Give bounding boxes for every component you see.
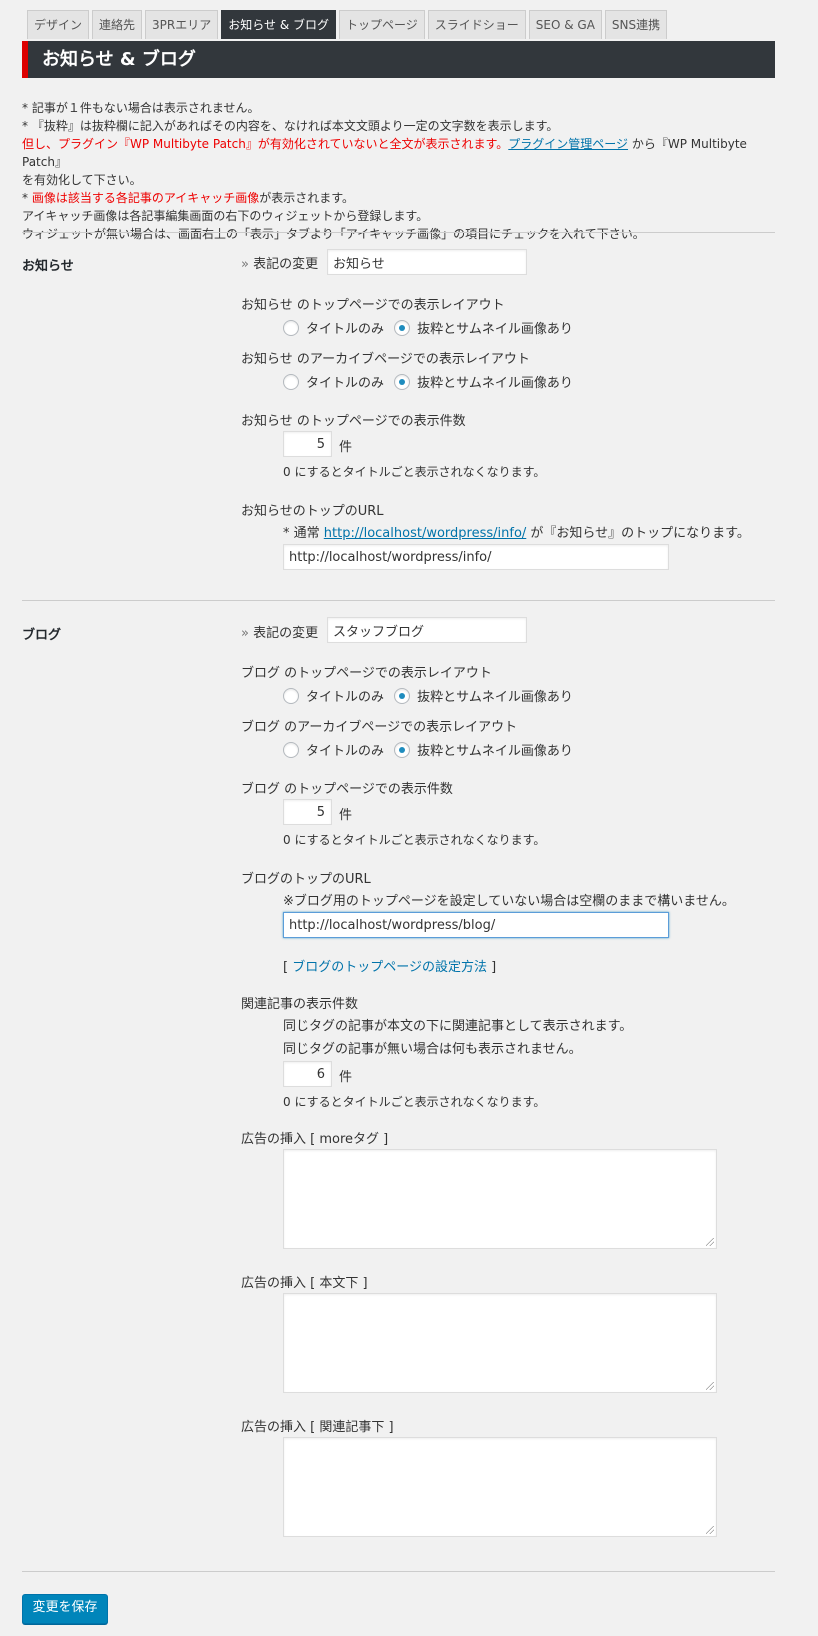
info-archive-layout-label: お知らせ のアーカイブページでの表示レイアウト [241,352,530,367]
radio-label: 抜粋とサムネイル画像あり [417,322,573,337]
info-url-note: * 通常 http://localhost/wordpress/info/ が『… [283,526,750,541]
tab-contact[interactable]: 連絡先 [92,10,143,39]
blog-top-layout-options: タイトルのみ 抜粋とサムネイル画像あり [283,686,579,705]
blog-count-label: ブログ のトップページでの表示件数 [241,782,453,797]
count-unit: 件 [339,1070,353,1085]
blog-count-input[interactable] [283,799,332,825]
note-line: ウィジェットが無い場合は、画面右上の「表示」タブより「アイキャッチ画像」の項目に… [22,227,645,241]
note-prefix: * [22,191,32,205]
blog-archive-layout-excerpt-radio[interactable] [394,742,411,758]
note-line: を有効化して下さい。 [22,173,142,187]
tab-3pr-area[interactable]: 3PRエリア [145,10,219,39]
radio-label: タイトルのみ [306,744,385,759]
resize-handle-icon[interactable] [706,1382,714,1390]
note-line: * 画像は該当する各記事のアイキャッチ画像が表示されます。 [22,189,782,207]
info-top-layout-options: タイトルのみ 抜粋とサムネイル画像あり [283,318,579,337]
section-header: お知らせ & ブログ [22,41,775,78]
radio-label: 抜粋とサムネイル画像あり [417,690,573,705]
radio-label: タイトルのみ [306,376,385,391]
resize-handle-icon[interactable] [706,1238,714,1246]
info-archive-layout-excerpt-radio[interactable] [394,374,411,390]
info-rename-input[interactable] [327,249,527,275]
ad-body-label: 広告の挿入 [ 本文下 ] [241,1276,368,1291]
tab-info-blog[interactable]: お知らせ & ブログ [221,10,336,39]
section-title-info: お知らせ [22,259,74,274]
resize-handle-icon[interactable] [706,1526,714,1534]
divider [22,1571,775,1572]
radio-label: 抜粋とサムネイル画像あり [417,744,573,759]
count-unit: 件 [339,808,353,823]
blog-howto: [ ブログのトップページの設定方法 ] [283,960,497,975]
save-button[interactable]: 変更を保存 [22,1594,108,1624]
related-label: 関連記事の表示件数 [241,997,359,1012]
blog-url-input[interactable] [283,912,669,938]
count-unit: 件 [339,440,353,455]
radio-label: 抜粋とサムネイル画像あり [417,376,573,391]
blog-archive-layout-options: タイトルのみ 抜粋とサムネイル画像あり [283,740,579,759]
blog-howto-link[interactable]: ブログのトップページの設定方法 [292,960,487,975]
tab-top-page[interactable]: トップページ [339,10,425,39]
info-url-link[interactable]: http://localhost/wordpress/info/ [324,526,527,541]
note-warning: 画像は該当する各記事のアイキャッチ画像 [31,191,260,205]
ad-more-label: 広告の挿入 [ moreタグ ] [241,1132,389,1147]
page-title: お知らせ & ブログ [42,49,196,70]
divider [22,232,775,233]
ad-more-textarea[interactable] [283,1149,717,1249]
blog-archive-layout-title-only-radio[interactable] [283,742,299,758]
related-count-input[interactable] [283,1061,332,1087]
ad-related-label: 広告の挿入 [ 関連記事下 ] [241,1420,394,1435]
rename-label: » 表記の変更 [241,626,319,641]
count-note: 0 にするとタイトルごと表示されなくなります。 [283,465,546,479]
notes-block: * 記事が１件もない場合は表示されません。 * 『抜粋』は抜粋欄に記入があればそ… [22,99,782,243]
ad-related-textarea[interactable] [283,1437,717,1537]
blog-top-layout-label: ブログ のトップページでの表示レイアウト [241,666,492,681]
info-url-input[interactable] [283,544,669,570]
note-line: * 『抜粋』は抜粋欄に記入があればその内容を、なければ本文文頭より一定の文字数を… [22,119,559,133]
tab-slideshow[interactable]: スライドショー [427,10,526,39]
tab-design[interactable]: デザイン [27,10,90,39]
note-line: 但し、プラグイン『WP Multibyte Patch』が有効化されていないと全… [22,135,782,171]
blog-top-layout-title-only-radio[interactable] [283,688,299,704]
note-text: が表示されます。 [259,191,355,205]
rename-label: » 表記の変更 [241,257,319,272]
info-top-layout-label: お知らせ のトップページでの表示レイアウト [241,298,505,313]
blog-archive-layout-label: ブログ のアーカイブページでの表示レイアウト [241,720,518,735]
divider [22,600,775,601]
count-note: 0 にするとタイトルごと表示されなくなります。 [283,1095,546,1109]
note-warning: 但し、プラグイン『WP Multibyte Patch』が有効化されていないと全… [22,137,509,151]
plugin-management-link[interactable]: プラグイン管理ページ [508,137,628,151]
info-archive-layout-title-only-radio[interactable] [283,374,299,390]
info-archive-layout-options: タイトルのみ 抜粋とサムネイル画像あり [283,372,579,391]
info-count-label: お知らせ のトップページでの表示件数 [241,414,466,429]
count-note: 0 にするとタイトルごと表示されなくなります。 [283,833,546,847]
tab-sns[interactable]: SNS連携 [604,10,668,39]
info-count-input[interactable] [283,431,332,457]
blog-url-note: ※ブログ用のトップページを設定していない場合は空欄のままで構いません。 [283,894,735,909]
related-note: 同じタグの記事が本文の下に関連記事として表示されます。 [283,1019,633,1034]
blog-rename-input[interactable] [327,617,527,643]
tab-bar: デザイン 連絡先 3PRエリア お知らせ & ブログ トップページ スライドショ… [27,10,670,40]
info-top-layout-excerpt-radio[interactable] [394,320,411,336]
section-title-blog: ブログ [22,628,62,643]
radio-label: タイトルのみ [306,322,385,337]
note-line: アイキャッチ画像は各記事編集画面の右下のウィジェットから登録します。 [22,209,429,223]
tab-seo-ga[interactable]: SEO & GA [528,10,602,39]
blog-url-label: ブログのトップのURL [241,872,371,887]
related-note: 同じタグの記事が無い場合は何も表示されません。 [283,1042,582,1057]
ad-body-textarea[interactable] [283,1293,717,1393]
note-line: * 記事が１件もない場合は表示されません。 [22,101,260,115]
blog-top-layout-excerpt-radio[interactable] [394,688,411,704]
info-url-label: お知らせのトップのURL [241,504,384,519]
radio-label: タイトルのみ [306,690,385,705]
info-top-layout-title-only-radio[interactable] [283,320,299,336]
